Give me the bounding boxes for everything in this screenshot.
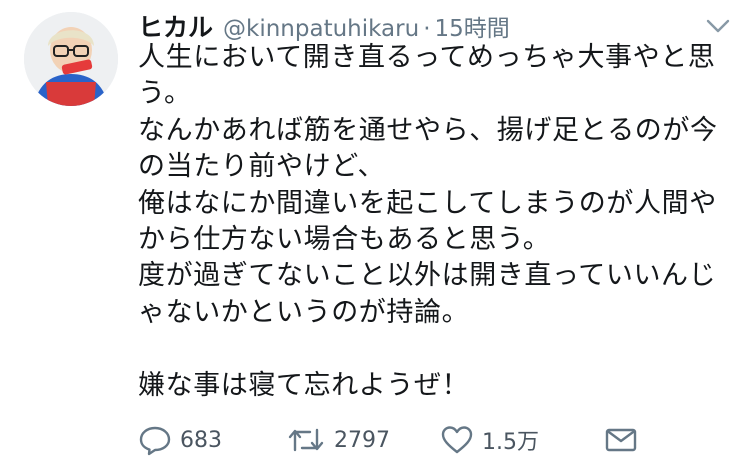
author-handle[interactable]: @kinnpatuhikaru bbox=[223, 16, 419, 42]
tweet-text-line: の当たり前やけど、 bbox=[138, 151, 386, 183]
avatar[interactable] bbox=[24, 12, 118, 106]
envelope-icon bbox=[605, 428, 637, 452]
tweet-text: 人生において開き直るってめっちゃ大事やと思 う。 なんかあれば筋を通せやら、揚げ… bbox=[138, 40, 738, 404]
tweet-text-blank-line bbox=[138, 331, 738, 367]
reply-count: 683 bbox=[180, 427, 222, 453]
avatar-image bbox=[24, 12, 118, 106]
tweet-text-line: 人生において開き直るってめっちゃ大事やと思 bbox=[138, 42, 716, 73]
retweet-count: 2797 bbox=[334, 427, 390, 453]
like-count: 1.5万 bbox=[482, 430, 539, 455]
tweet-header: ヒカル @kinnpatuhikaru · 15時間 bbox=[138, 8, 510, 44]
tweet-actions: 683 2797 1.5万 bbox=[138, 420, 698, 460]
heart-icon bbox=[441, 426, 473, 454]
retweet-icon bbox=[288, 428, 324, 452]
like-button[interactable]: 1.5万 bbox=[440, 420, 539, 460]
tweet: ヒカル @kinnpatuhikaru · 15時間 人生において開き直るってめ… bbox=[0, 0, 750, 472]
reply-icon bbox=[139, 426, 171, 456]
tweet-text-line: から仕方ない場合もあると思う。 bbox=[138, 223, 551, 255]
retweet-button[interactable]: 2797 bbox=[286, 420, 390, 460]
separator-dot: · bbox=[423, 16, 431, 42]
tweet-text-line: う。 bbox=[138, 78, 192, 110]
direct-message-button[interactable] bbox=[604, 420, 638, 460]
chevron-down-icon bbox=[706, 19, 730, 33]
tweet-text-line: 俺はなにか間違いを起こしてしまうのが人間や bbox=[138, 187, 717, 219]
author-name[interactable]: ヒカル bbox=[138, 8, 213, 44]
tweet-text-line: 嫌な事は寝て忘れようぜ！ bbox=[138, 369, 470, 401]
timestamp[interactable]: 15時間 bbox=[435, 9, 510, 43]
tweet-text-line: 度が過ぎてないこと以外は開き直っていいんじ bbox=[138, 260, 717, 292]
tweet-text-line: なんかあれば筋を通せやら、揚げ足とるのが今 bbox=[138, 114, 718, 146]
more-menu-button[interactable] bbox=[704, 14, 732, 38]
tweet-text-line: ゃないかというのが持論。 bbox=[138, 296, 470, 328]
reply-button[interactable]: 683 bbox=[138, 420, 222, 460]
